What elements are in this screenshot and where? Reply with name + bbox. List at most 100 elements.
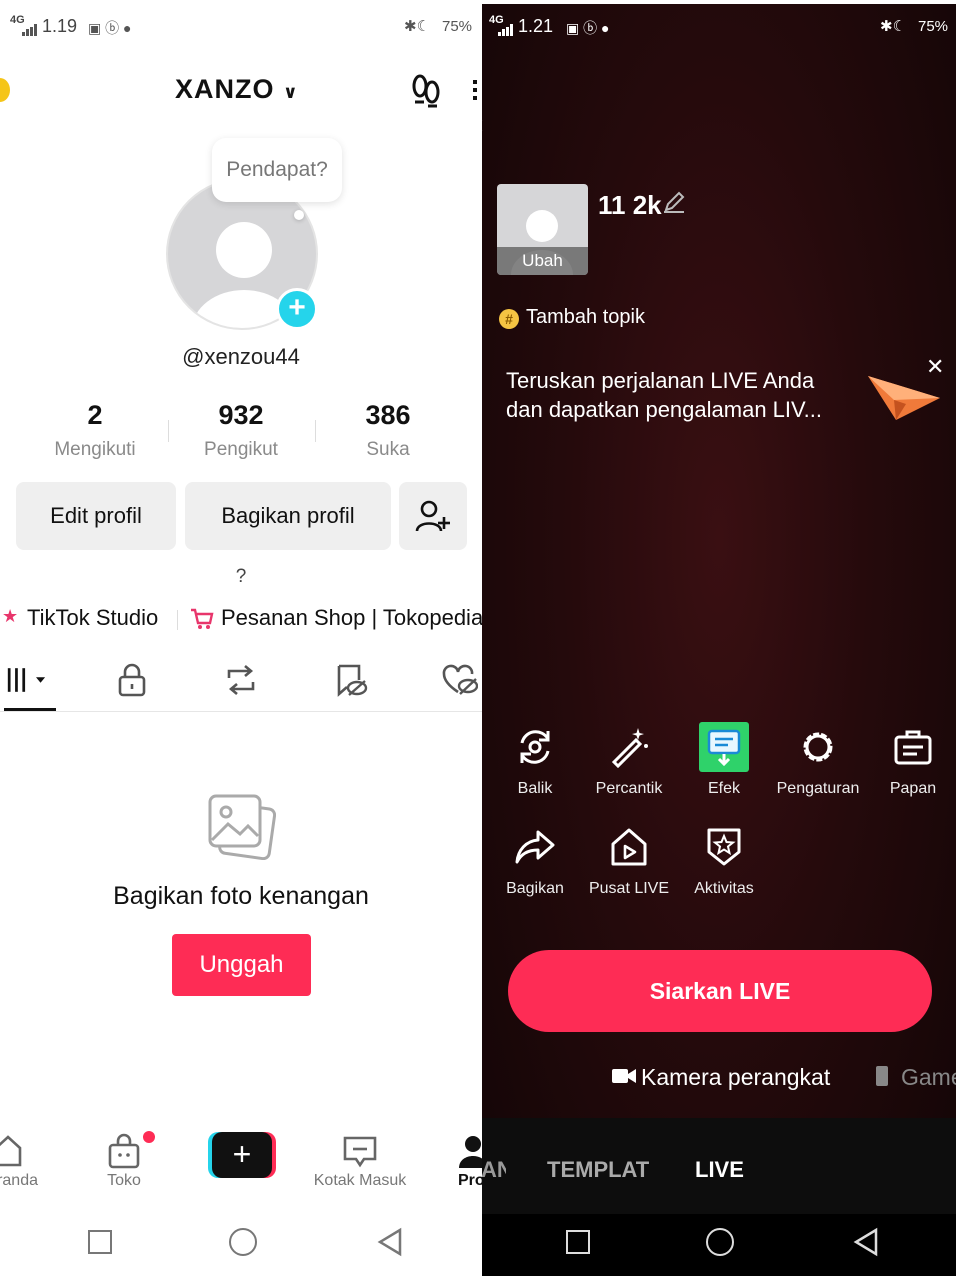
menu-icon[interactable] xyxy=(473,80,477,100)
live-setup-screen: 4G 1.21 ▣ ⓑ ● ✱☾ 75% ‹ Ubah 11 2k # Tamb… xyxy=(482,4,956,1276)
live-center-icon xyxy=(611,828,647,866)
lock-icon xyxy=(118,663,146,697)
promo-banner-text[interactable]: Teruskan perjalanan LIVE Anda dan dapatk… xyxy=(506,366,822,424)
tool-effects[interactable]: Efek xyxy=(676,722,772,798)
divider xyxy=(168,420,169,442)
tool-settings[interactable]: Pengaturan xyxy=(763,722,873,798)
signal-icon xyxy=(498,24,513,36)
edit-pencil-icon[interactable] xyxy=(662,190,686,214)
tab-liked[interactable] xyxy=(440,660,480,700)
share-arrow-icon xyxy=(515,830,555,864)
flip-camera-icon xyxy=(520,730,550,764)
live-title[interactable]: 11 2k xyxy=(598,190,662,221)
tab-favorites[interactable] xyxy=(331,660,371,700)
following-label: Mengikuti xyxy=(54,439,136,460)
shop-bag-icon[interactable] xyxy=(107,1133,141,1169)
nav-inbox-label[interactable]: Kotak Masuk xyxy=(300,1172,420,1190)
banner-close-icon[interactable]: ✕ xyxy=(926,354,944,380)
status-time: 1.21 xyxy=(518,16,554,36)
nav-home-label[interactable]: Beranda xyxy=(0,1172,54,1190)
beauty-wand-icon xyxy=(611,728,648,768)
phone-icon xyxy=(876,1066,888,1086)
shop-orders-link[interactable]: Pesanan Shop | Tokopedia xyxy=(221,605,482,631)
tab-videos[interactable] xyxy=(6,660,46,700)
effects-icon xyxy=(699,722,749,772)
cover-thumbnail[interactable]: Ubah xyxy=(497,184,588,275)
profile-screen: 4G 1.19 ▣ ⓑ ● ✱☾ 75% XANZO ∨ + Pendapat?… xyxy=(0,0,482,1280)
signal-icon xyxy=(22,24,37,36)
divider xyxy=(315,420,316,442)
chevron-down-icon: ∨ xyxy=(283,82,299,102)
home-icon[interactable] xyxy=(0,1134,24,1168)
create-button[interactable]: + xyxy=(208,1132,276,1178)
tool-live-center[interactable]: Pusat LIVE xyxy=(581,822,677,898)
likes-count[interactable]: 386 xyxy=(318,400,458,431)
bottom-margin xyxy=(482,1276,960,1280)
mode-post[interactable]: POSTINGAN xyxy=(482,1157,506,1183)
source-game[interactable]: Game xyxy=(901,1064,956,1091)
tab-divider xyxy=(0,711,482,712)
bio-text[interactable]: ? xyxy=(0,566,482,588)
profile-icon[interactable] xyxy=(458,1134,482,1168)
heart-hidden-icon xyxy=(442,664,478,695)
tool-board[interactable]: Papan xyxy=(865,722,956,798)
battery-level: 75% xyxy=(442,18,473,35)
nav-shop-label[interactable]: Toko xyxy=(84,1172,164,1190)
streak-icon[interactable] xyxy=(0,78,10,102)
back-button[interactable] xyxy=(852,1227,880,1257)
back-button[interactable] xyxy=(376,1227,404,1257)
change-cover-label[interactable]: Ubah xyxy=(497,247,588,275)
tiktok-studio-link[interactable]: TikTok Studio xyxy=(27,605,158,631)
tool-flip[interactable]: Balik xyxy=(487,722,583,798)
repost-icon xyxy=(227,665,255,695)
battery-level: 75% xyxy=(918,18,949,35)
add-user-icon xyxy=(415,500,450,532)
activity-badge-icon xyxy=(707,828,741,866)
board-icon xyxy=(894,730,932,765)
bluetooth-icon: ✱☾ xyxy=(404,18,431,35)
studio-icon: ★ xyxy=(2,606,19,626)
home-button[interactable] xyxy=(229,1228,257,1256)
source-device-camera[interactable]: Kamera perangkat xyxy=(641,1064,830,1091)
tab-private[interactable] xyxy=(112,660,152,700)
followers-count[interactable]: 932 xyxy=(171,400,311,431)
inbox-icon[interactable] xyxy=(342,1135,378,1169)
mode-live[interactable]: LIVE xyxy=(695,1157,744,1183)
status-time: 1.19 xyxy=(42,16,78,36)
bluetooth-icon: ✱☾ xyxy=(880,18,907,35)
close-icon[interactable]: ‹ xyxy=(482,108,483,140)
edit-profile-button[interactable]: Edit profil xyxy=(16,482,176,550)
add-friend-button[interactable] xyxy=(399,482,467,550)
tool-activities[interactable]: Aktivitas xyxy=(676,822,772,898)
notification-icons: ▣ ⓑ ● xyxy=(88,20,132,36)
nav-profile-label[interactable]: Profil xyxy=(458,1172,482,1190)
notification-icons: ▣ ⓑ ● xyxy=(566,20,610,36)
add-topic-link[interactable]: Tambah topik xyxy=(526,306,645,329)
following-count[interactable]: 2 xyxy=(25,400,165,431)
bookmark-hidden-icon xyxy=(337,664,368,697)
recents-button[interactable] xyxy=(566,1230,590,1254)
profile-handle: @xenzou44 xyxy=(182,344,300,369)
account-switcher[interactable]: XANZO ∨ xyxy=(175,74,299,105)
go-live-button[interactable]: Siarkan LIVE xyxy=(508,950,932,1032)
tool-share[interactable]: Bagikan xyxy=(487,822,583,898)
notification-dot xyxy=(143,1131,155,1143)
divider xyxy=(177,610,178,630)
recents-button[interactable] xyxy=(88,1230,112,1254)
tab-reposts[interactable] xyxy=(221,660,261,700)
likes-label: Suka xyxy=(366,439,410,460)
share-profile-button[interactable]: Bagikan profil xyxy=(185,482,391,550)
hashtag-icon: # xyxy=(499,309,519,329)
mode-template[interactable]: TEMPLAT xyxy=(547,1157,649,1183)
tool-beauty[interactable]: Percantik xyxy=(581,722,677,798)
shopping-cart-icon xyxy=(191,608,214,629)
opinion-bubble[interactable]: Pendapat? xyxy=(212,138,342,202)
photo-placeholder-icon xyxy=(208,794,276,860)
empty-state-title: Bagikan foto kenangan xyxy=(113,882,369,910)
upload-button[interactable]: Unggah xyxy=(172,934,311,996)
footprint-icon[interactable] xyxy=(410,74,442,108)
add-avatar-icon[interactable]: + xyxy=(276,288,318,330)
home-button[interactable] xyxy=(706,1228,734,1256)
grid-icon xyxy=(7,668,46,692)
right-margin xyxy=(956,0,960,1280)
